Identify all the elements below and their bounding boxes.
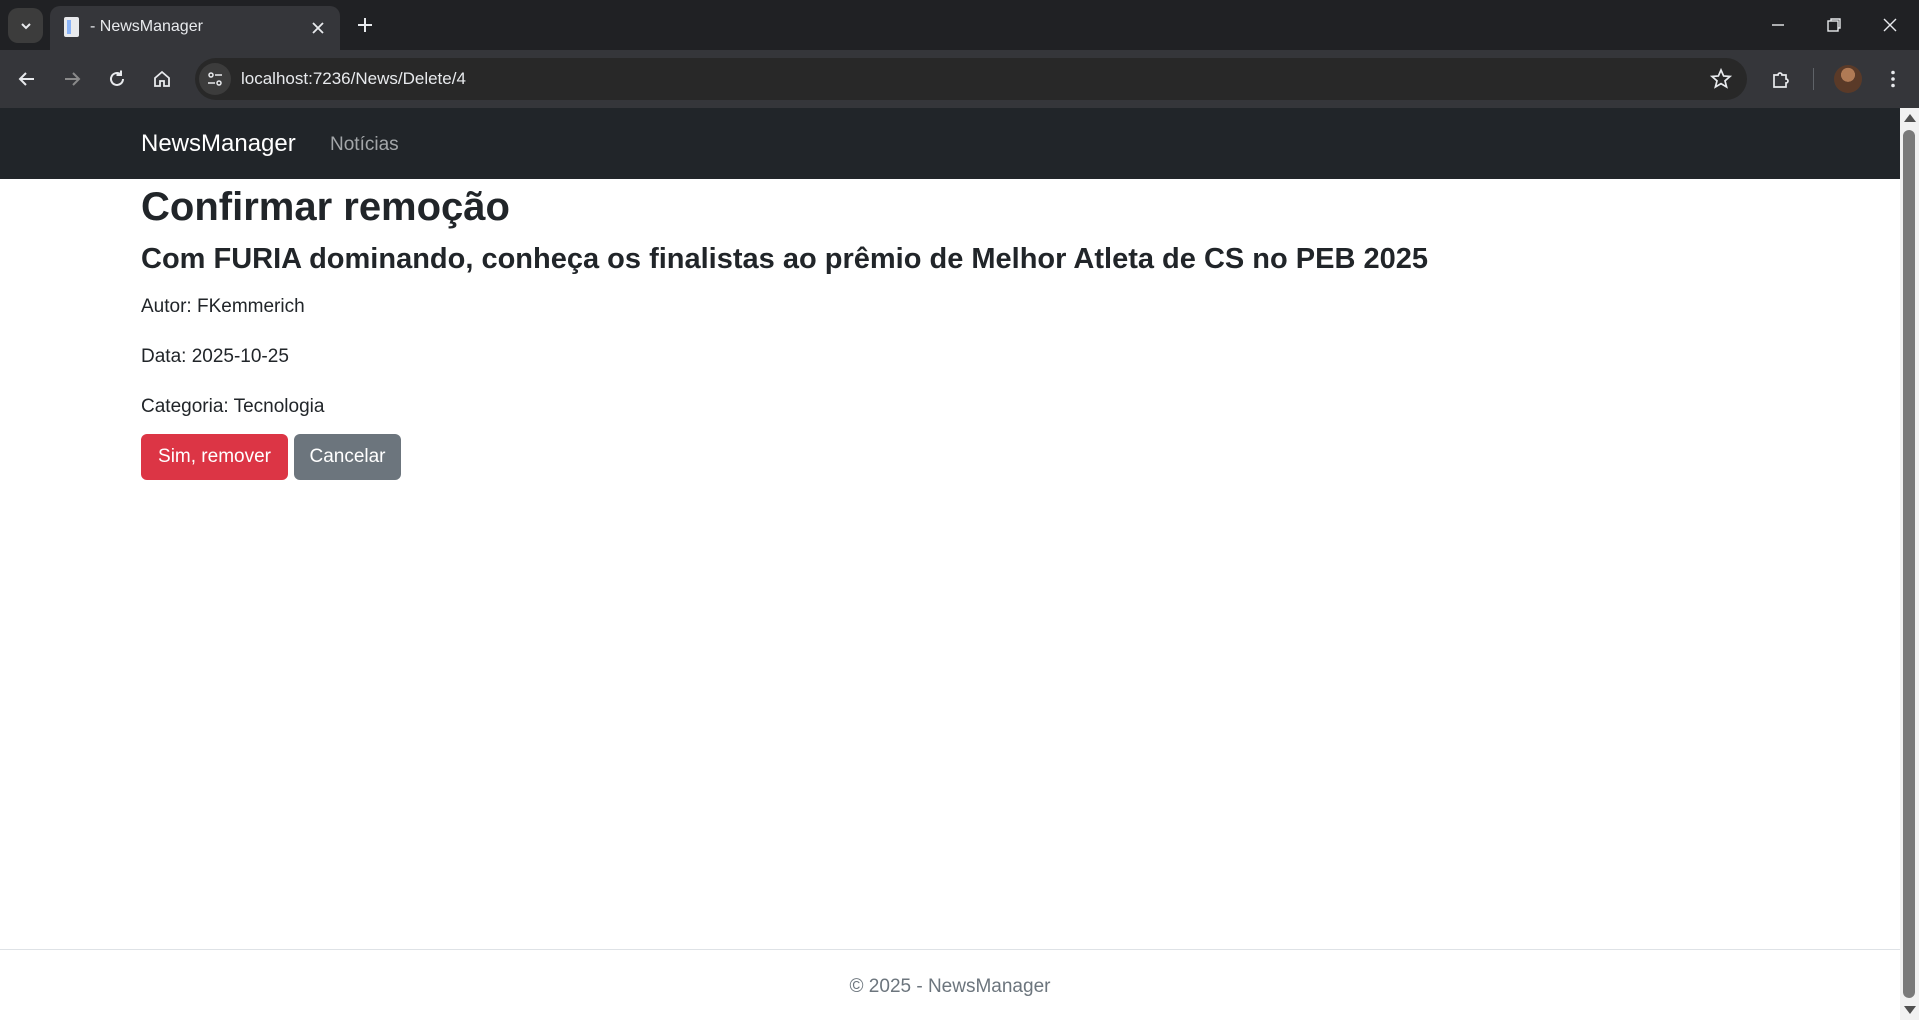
- puzzle-icon: [1773, 72, 1789, 88]
- star-icon[interactable]: [1709, 67, 1733, 91]
- forward-button[interactable]: [56, 63, 88, 95]
- nav-link-noticias[interactable]: Notícias: [330, 134, 399, 156]
- page-title: Confirmar remoção: [141, 185, 510, 229]
- chevron-down-icon: [20, 22, 31, 29]
- cancel-button[interactable]: Cancelar: [294, 434, 401, 480]
- arrow-right-icon: [65, 72, 81, 86]
- browser-tab[interactable]: - NewsManager: [50, 6, 340, 50]
- scrollbar-thumb[interactable]: [1903, 130, 1915, 998]
- window-close-icon[interactable]: [1877, 12, 1903, 38]
- browser-toolbar: localhost:7236/News/Delete/4: [0, 50, 1919, 108]
- arrow-left-icon: [18, 72, 34, 86]
- site-settings-icon: [208, 72, 222, 86]
- reload-button[interactable]: [101, 63, 133, 95]
- date-line: Data: 2025-10-25: [141, 346, 289, 367]
- browser-tabbar: - NewsManager: [0, 0, 1919, 50]
- footer-divider: [0, 949, 1900, 950]
- kebab-menu-icon: [1891, 70, 1895, 88]
- browser-menu-button[interactable]: [1877, 63, 1909, 95]
- home-icon: [154, 70, 170, 87]
- reload-icon: [110, 70, 124, 86]
- confirm-remove-button[interactable]: Sim, remover: [141, 434, 288, 480]
- page-favicon-icon: [64, 17, 79, 37]
- plus-icon[interactable]: [352, 12, 378, 38]
- author-line: Autor: FKemmerich: [141, 296, 305, 317]
- extensions-button[interactable]: [1765, 63, 1797, 95]
- scroll-up-arrow-icon[interactable]: [1904, 114, 1916, 122]
- home-button[interactable]: [146, 63, 178, 95]
- category-line: Categoria: Tecnologia: [141, 396, 325, 417]
- navbar-brand[interactable]: NewsManager: [141, 130, 296, 158]
- news-title: Com FURIA dominando, conheça os finalist…: [141, 243, 1428, 275]
- scroll-down-arrow-icon[interactable]: [1904, 1006, 1916, 1014]
- profile-avatar[interactable]: [1834, 65, 1862, 93]
- toolbar-divider: [1813, 68, 1814, 90]
- site-info-button[interactable]: [199, 63, 231, 95]
- close-icon[interactable]: [308, 18, 328, 38]
- tab-search-button[interactable]: [8, 8, 43, 43]
- back-button[interactable]: [11, 63, 43, 95]
- app-navbar: NewsManager Notícias: [0, 108, 1900, 179]
- tab-title: - NewsManager: [90, 18, 203, 35]
- address-bar[interactable]: localhost:7236/News/Delete/4: [195, 58, 1747, 100]
- page-scrollbar[interactable]: [1900, 108, 1919, 1020]
- url-text[interactable]: localhost:7236/News/Delete/4: [241, 69, 466, 89]
- page-viewport: NewsManager Notícias Confirmar remoção C…: [0, 108, 1900, 1020]
- minimize-icon[interactable]: [1765, 12, 1791, 38]
- footer-text: © 2025 - NewsManager: [849, 976, 1051, 997]
- restore-icon[interactable]: [1821, 12, 1847, 38]
